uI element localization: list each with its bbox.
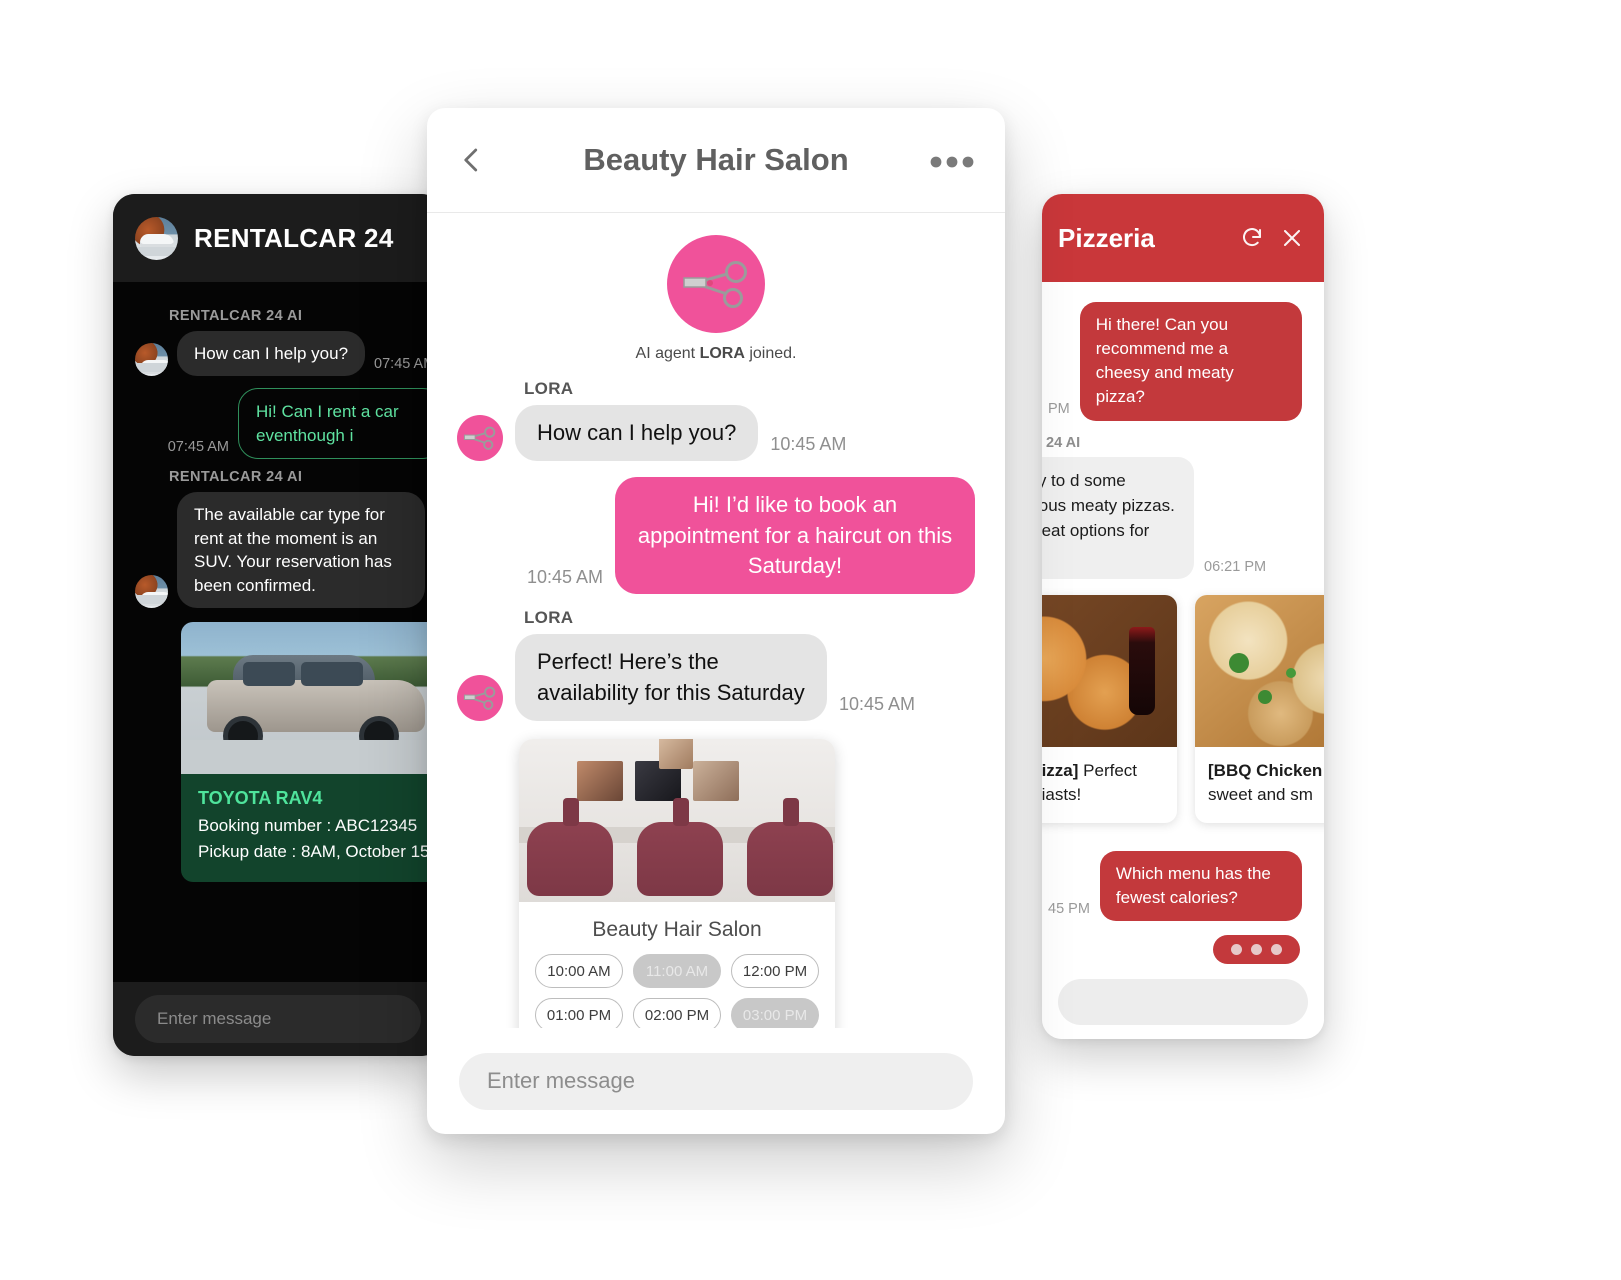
message-bubble: Perfect! Here’s the availability for thi… <box>515 634 827 722</box>
message-row-incoming: How can I help you? 10:45 AM <box>457 405 975 462</box>
salon-booking-card[interactable]: Beauty Hair Salon 10:00 AM 11:00 AM 12:0… <box>519 739 835 1028</box>
suv-photo <box>181 622 443 775</box>
pizzeria-title: Pizzeria <box>1058 222 1155 253</box>
message-timestamp: PM <box>1048 400 1070 417</box>
hair-salon-interior-photo <box>519 739 835 903</box>
message-timestamp: 45 PM <box>1048 900 1090 917</box>
pizza-card-title: ers Pizza] <box>1042 761 1079 781</box>
pizzeria-header: Pizzeria <box>1042 194 1324 282</box>
message-timestamp: 10:45 AM <box>770 434 847 455</box>
salon-chat-panel: Beauty Hair Salon AI agent LORA joined. … <box>427 108 1005 1134</box>
typing-indicator-group: Typing.... <box>1042 934 1324 964</box>
pizza-card-caption: [BBQ Chicken sweet and sm <box>1195 747 1324 823</box>
car-avatar-icon <box>135 575 168 609</box>
more-horizontal-icon[interactable] <box>929 152 975 169</box>
message-bubble: Hi! I’d like to book an appointment for … <box>615 477 975 595</box>
message-bubble: How can I help you? <box>515 405 759 462</box>
message-input[interactable] <box>1058 978 1308 1025</box>
message-input[interactable]: Enter message <box>135 995 421 1043</box>
message-sender-label: LORA <box>524 608 574 628</box>
time-slot-group: 10:00 AM 11:00 AM 12:00 PM 01:00 PM 02:0… <box>519 946 835 1028</box>
join-notice-suffix: joined. <box>744 345 797 362</box>
message-row-outgoing: 07:45 AM Hi! Can I rent a car eventhough… <box>113 388 443 460</box>
message-input[interactable]: Enter message <box>459 1052 973 1110</box>
scissors-avatar-icon <box>667 235 765 333</box>
join-notice-text: AI agent LORA joined. <box>636 345 797 363</box>
chevron-left-icon[interactable] <box>457 145 487 175</box>
close-icon[interactable] <box>1280 226 1304 250</box>
pizza-recommendation-carousel[interactable]: ers Pizza] Perfect nthusiasts! [BBQ Chic… <box>1042 595 1324 823</box>
rentalcar-title: RENTALCAR 24 <box>194 222 394 253</box>
salon-composer: Enter message <box>427 1028 1005 1134</box>
time-slot-button[interactable]: 02:00 PM <box>633 998 721 1028</box>
message-bubble: happy to d some delicious meaty pizzas. … <box>1042 456 1194 580</box>
message-bubble: Hi! Can I rent a car eventhough i <box>238 388 443 460</box>
message-bubble: Hi there! Can you recommend me a cheesy … <box>1079 302 1302 421</box>
pizza-card[interactable]: ers Pizza] Perfect nthusiasts! <box>1042 595 1177 823</box>
scissors-avatar-icon <box>457 675 503 722</box>
join-notice-prefix: AI agent <box>635 345 700 362</box>
car-booking-details: TOYOTA RAV4 Booking number : ABC12345 Pi… <box>181 774 443 883</box>
rentalcar-message-list: RENTALCAR 24 AI How can I help you? 07:4… <box>113 282 443 982</box>
pizza-card-body: sweet and sm <box>1208 784 1313 804</box>
pizzeria-message-list: PM Hi there! Can you recommend me a chee… <box>1042 282 1324 964</box>
car-avatar-icon <box>135 216 178 260</box>
pizza-card[interactable]: [BBQ Chicken sweet and sm <box>1195 595 1324 823</box>
screenshot-stage: RENTALCAR 24 RENTALCAR 24 AI How can I h… <box>0 0 1621 1280</box>
message-row-incoming: How can I help you? 07:45 AM <box>113 331 443 377</box>
page-title: Beauty Hair Salon <box>583 142 849 177</box>
car-avatar-icon <box>135 343 168 377</box>
message-row-outgoing: 10:45 AM Hi! I’d like to book an appoint… <box>457 477 975 595</box>
message-bubble: How can I help you? <box>177 331 366 377</box>
message-timestamp: 06:21 PM <box>1204 559 1267 576</box>
booking-number: Booking number : ABC12345 <box>198 816 418 836</box>
message-timestamp: 10:45 AM <box>526 567 603 588</box>
salon-message-list: AI agent LORA joined. LORA How can I hel… <box>427 213 1005 1028</box>
message-row-incoming: The available car type for rent at the m… <box>113 492 443 609</box>
car-booking-card[interactable]: TOYOTA RAV4 Booking number : ABC12345 Pi… <box>181 622 443 883</box>
message-sender-label: LORA <box>524 379 574 398</box>
car-model-name: TOYOTA RAV4 <box>198 788 323 809</box>
message-row-incoming: Perfect! Here’s the availability for thi… <box>457 634 975 722</box>
refresh-icon[interactable] <box>1240 226 1264 250</box>
meat-lovers-pizza-photo <box>1042 595 1177 748</box>
agent-join-notice: AI agent LORA joined. <box>457 235 975 363</box>
message-bubble: Which menu has the fewest calories? <box>1099 850 1302 921</box>
typing-dots-icon <box>1213 934 1300 964</box>
pizzeria-header-actions <box>1240 226 1304 250</box>
rentalcar-composer: Enter message <box>113 982 443 1056</box>
time-slot-button[interactable]: 10:00 AM <box>535 954 623 989</box>
bbq-chicken-pizza-photo <box>1195 595 1324 748</box>
message-timestamp: 07:45 AM <box>167 439 229 456</box>
rentalcar-chat-panel: RENTALCAR 24 RENTALCAR 24 AI How can I h… <box>113 194 443 1056</box>
pizzeria-chat-panel: Pizzeria PM Hi there! Can you recommend … <box>1042 194 1324 1039</box>
time-slot-button[interactable]: 12:00 PM <box>731 954 819 989</box>
message-row-outgoing: PM Hi there! Can you recommend me a chee… <box>1042 292 1324 421</box>
message-row-outgoing: 45 PM Which menu has the fewest calories… <box>1042 841 1324 921</box>
time-slot-button: 11:00 AM <box>633 954 721 989</box>
scissors-avatar-icon <box>457 415 503 462</box>
message-sender-label: RENTALCAR 24 AI <box>169 469 303 486</box>
pizza-card-caption: ers Pizza] Perfect nthusiasts! <box>1042 747 1177 823</box>
time-slot-button: 03:00 PM <box>731 998 819 1028</box>
pickup-date: Pickup date : 8AM, October 15 ( <box>198 841 440 861</box>
time-slot-button[interactable]: 01:00 PM <box>535 998 623 1028</box>
salon-header: Beauty Hair Salon <box>427 108 1005 213</box>
message-row-incoming: happy to d some delicious meaty pizzas. … <box>1042 456 1324 580</box>
pizzeria-composer <box>1042 964 1324 1039</box>
booking-card-title: Beauty Hair Salon <box>592 918 762 942</box>
message-timestamp: 10:45 AM <box>839 694 916 715</box>
message-sender-label: 24 AI <box>1046 434 1081 451</box>
pizza-card-title: [BBQ Chicken <box>1208 761 1323 781</box>
rentalcar-header: RENTALCAR 24 <box>113 194 443 282</box>
join-notice-agent-name: LORA <box>699 345 745 362</box>
message-bubble: The available car type for rent at the m… <box>177 492 425 609</box>
message-sender-label: RENTALCAR 24 AI <box>169 308 303 324</box>
